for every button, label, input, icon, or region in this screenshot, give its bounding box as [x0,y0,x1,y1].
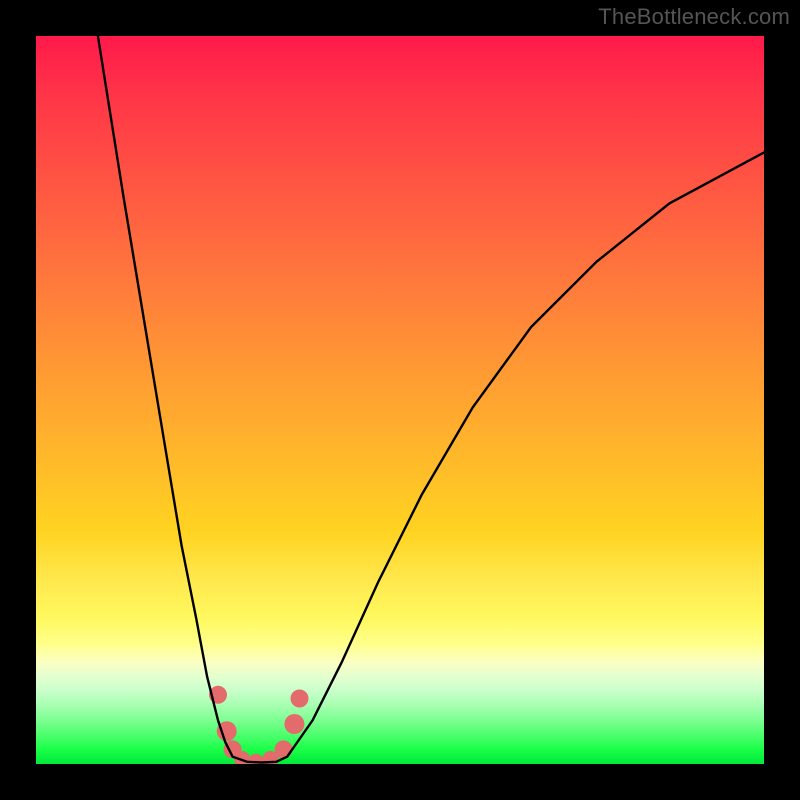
curve-marker [291,690,309,708]
curve-svg [36,36,764,764]
curve-marker [284,714,304,734]
plot-area [36,36,764,764]
watermark-text: TheBottleneck.com [598,4,790,30]
markers-group [209,686,309,764]
outer-frame: TheBottleneck.com [0,0,800,800]
curve-marker [275,740,293,758]
bottleneck-curve [98,36,764,763]
